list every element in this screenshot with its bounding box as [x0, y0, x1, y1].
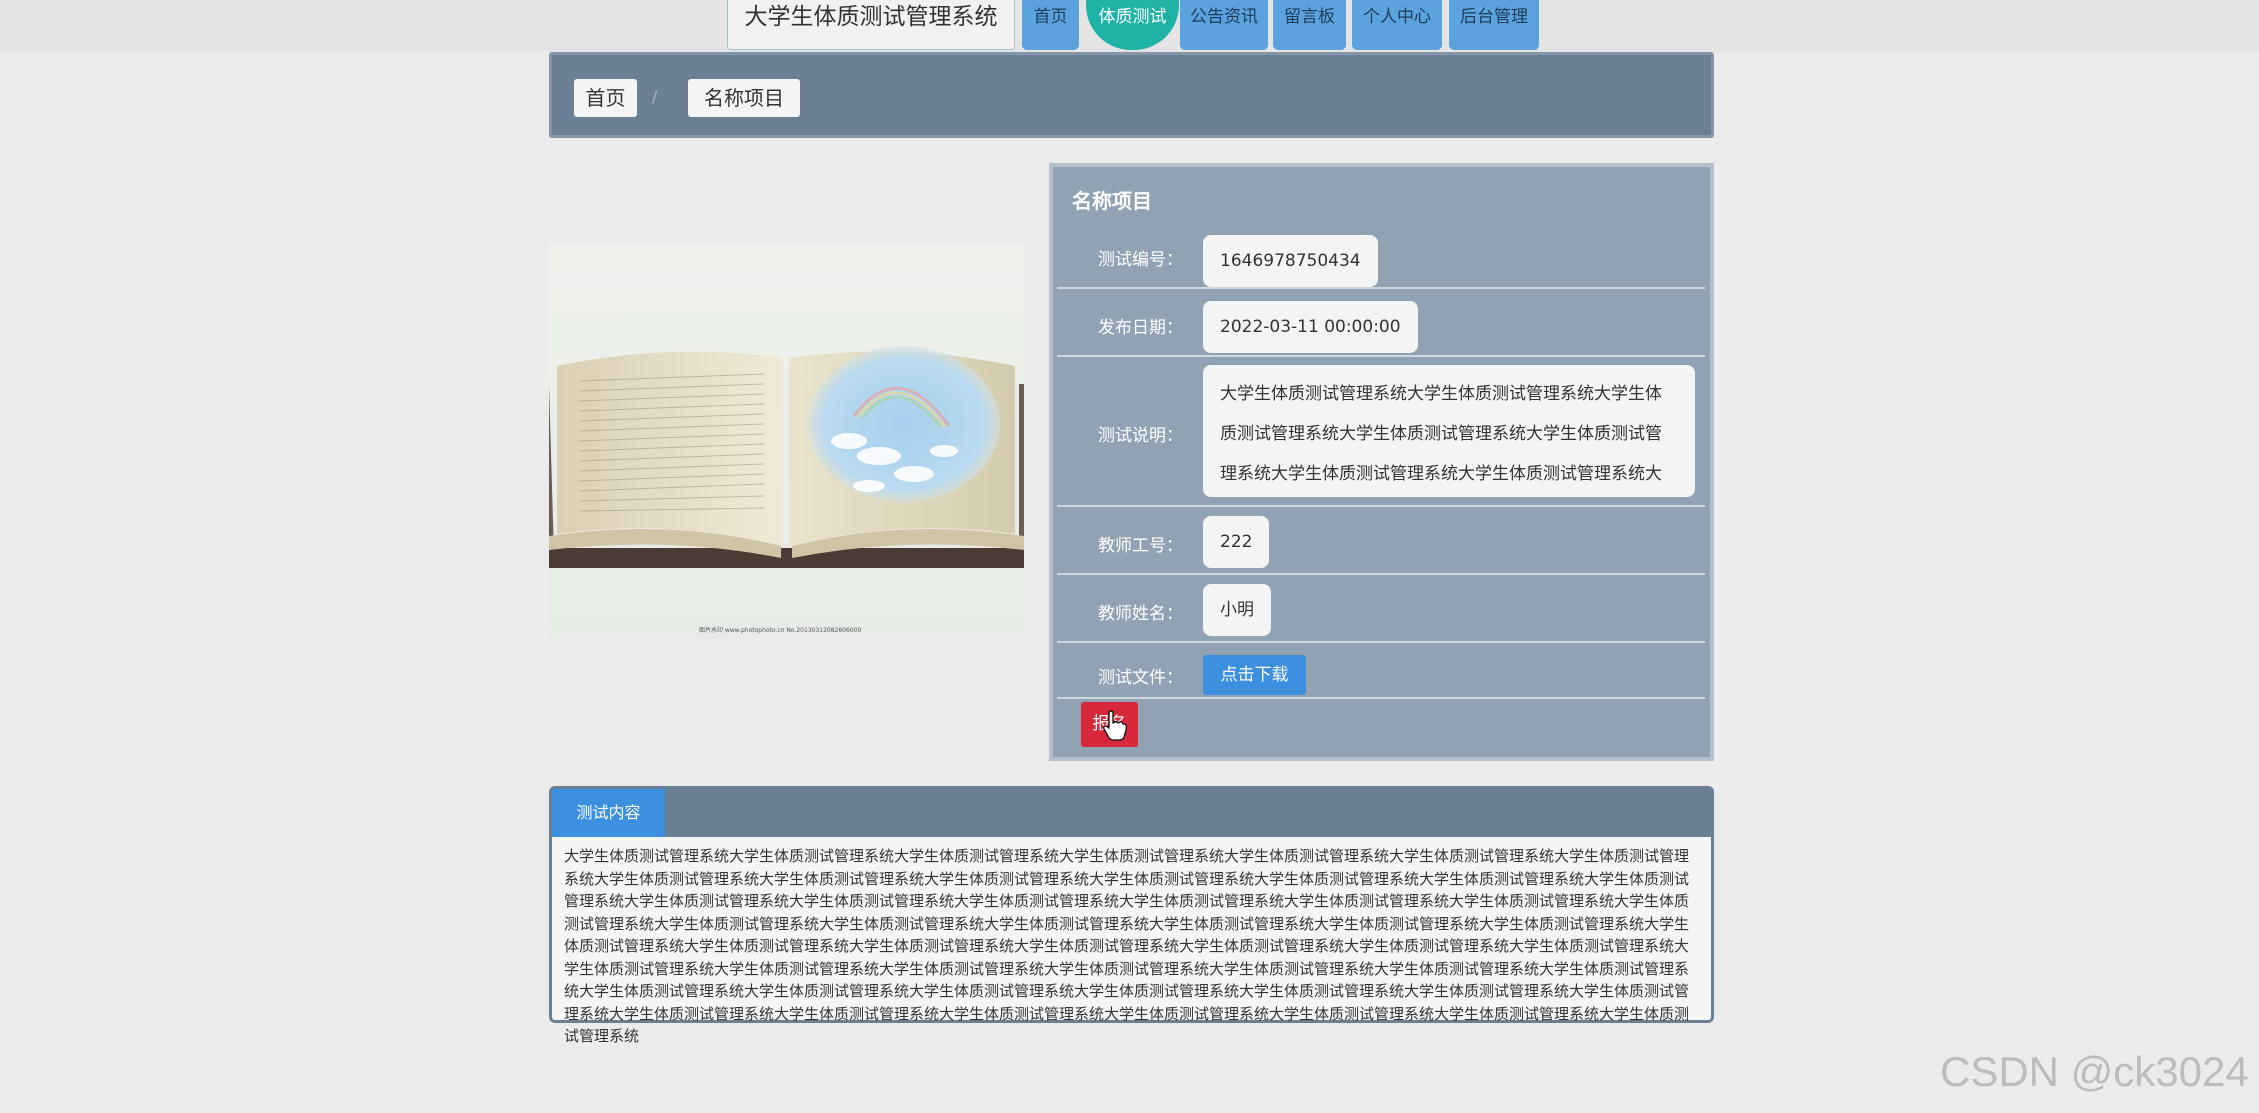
teacher-id-value: 222 [1203, 516, 1270, 568]
nav-physical-test[interactable]: 体质测试 [1086, 0, 1179, 50]
breadcrumb: 首页 / 名称项目 [549, 52, 1714, 138]
row-label: 测试说明： [1098, 426, 1183, 446]
top-nav-bar: 大学生体质测试管理系统 首页 体质测试 公告资讯 留言板 个人中心 后台管理 [0, 0, 2259, 52]
breadcrumb-current: 名称项目 [688, 79, 800, 117]
detail-title: 名称项目 [1072, 189, 1152, 213]
nav-personal-center[interactable]: 个人中心 [1352, 0, 1442, 50]
nav-admin[interactable]: 后台管理 [1449, 0, 1539, 50]
row-label: 测试文件： [1098, 668, 1183, 688]
test-number-value: 1646978750434 [1203, 235, 1378, 287]
nav-home[interactable]: 首页 [1022, 0, 1079, 50]
content-text: 大学生体质测试管理系统大学生体质测试管理系统大学生体质测试管理系统大学生体质测试… [564, 847, 1690, 1045]
description-value: 大学生体质测试管理系统大学生体质测试管理系统大学生体质测试管理系统大学生体质测试… [1203, 365, 1695, 497]
row-test-number: 测试编号： 1646978750434 [1057, 223, 1705, 289]
item-image: 图片水印 www.photophoto.cn No.20130312082606… [549, 246, 1024, 638]
row-label: 发布日期： [1098, 318, 1183, 338]
row-teacher-id: 教师工号： 222 [1057, 507, 1705, 575]
content-tab-bar: 测试内容 [552, 789, 1711, 837]
row-publish-date: 发布日期： 2022-03-11 00:00:00 [1057, 289, 1705, 357]
detail-panel: 名称项目 测试编号： 1646978750434 发布日期： 2022-03-1… [1049, 163, 1714, 761]
row-label: 教师姓名： [1098, 604, 1183, 624]
row-label: 测试编号： [1098, 250, 1183, 270]
nav-announcements[interactable]: 公告资讯 [1180, 0, 1268, 50]
site-title: 大学生体质测试管理系统 [727, 0, 1015, 50]
tab-test-content[interactable]: 测试内容 [552, 789, 665, 837]
teacher-name-value: 小明 [1203, 584, 1271, 636]
download-button[interactable]: 点击下载 [1203, 655, 1306, 695]
row-teacher-name: 教师姓名： 小明 [1057, 575, 1705, 643]
content-section: 测试内容 大学生体质测试管理系统大学生体质测试管理系统大学生体质测试管理系统大学… [549, 786, 1714, 1045]
nav-message-board[interactable]: 留言板 [1273, 0, 1346, 50]
row-test-file: 测试文件： 点击下载 [1057, 643, 1705, 699]
publish-date-value: 2022-03-11 00:00:00 [1203, 301, 1418, 353]
breadcrumb-home[interactable]: 首页 [574, 79, 637, 117]
row-description: 测试说明： 大学生体质测试管理系统大学生体质测试管理系统大学生体质测试管理系统大… [1057, 357, 1705, 507]
svg-text:图片水印 www.photophoto.cn No.2013: 图片水印 www.photophoto.cn No.20130312082606… [699, 626, 861, 634]
breadcrumb-separator: / [652, 87, 658, 106]
row-label: 教师工号： [1098, 536, 1183, 556]
watermark: CSDN @ck3024 [1940, 1048, 2249, 1095]
hand-pointer-icon [1103, 710, 1127, 741]
